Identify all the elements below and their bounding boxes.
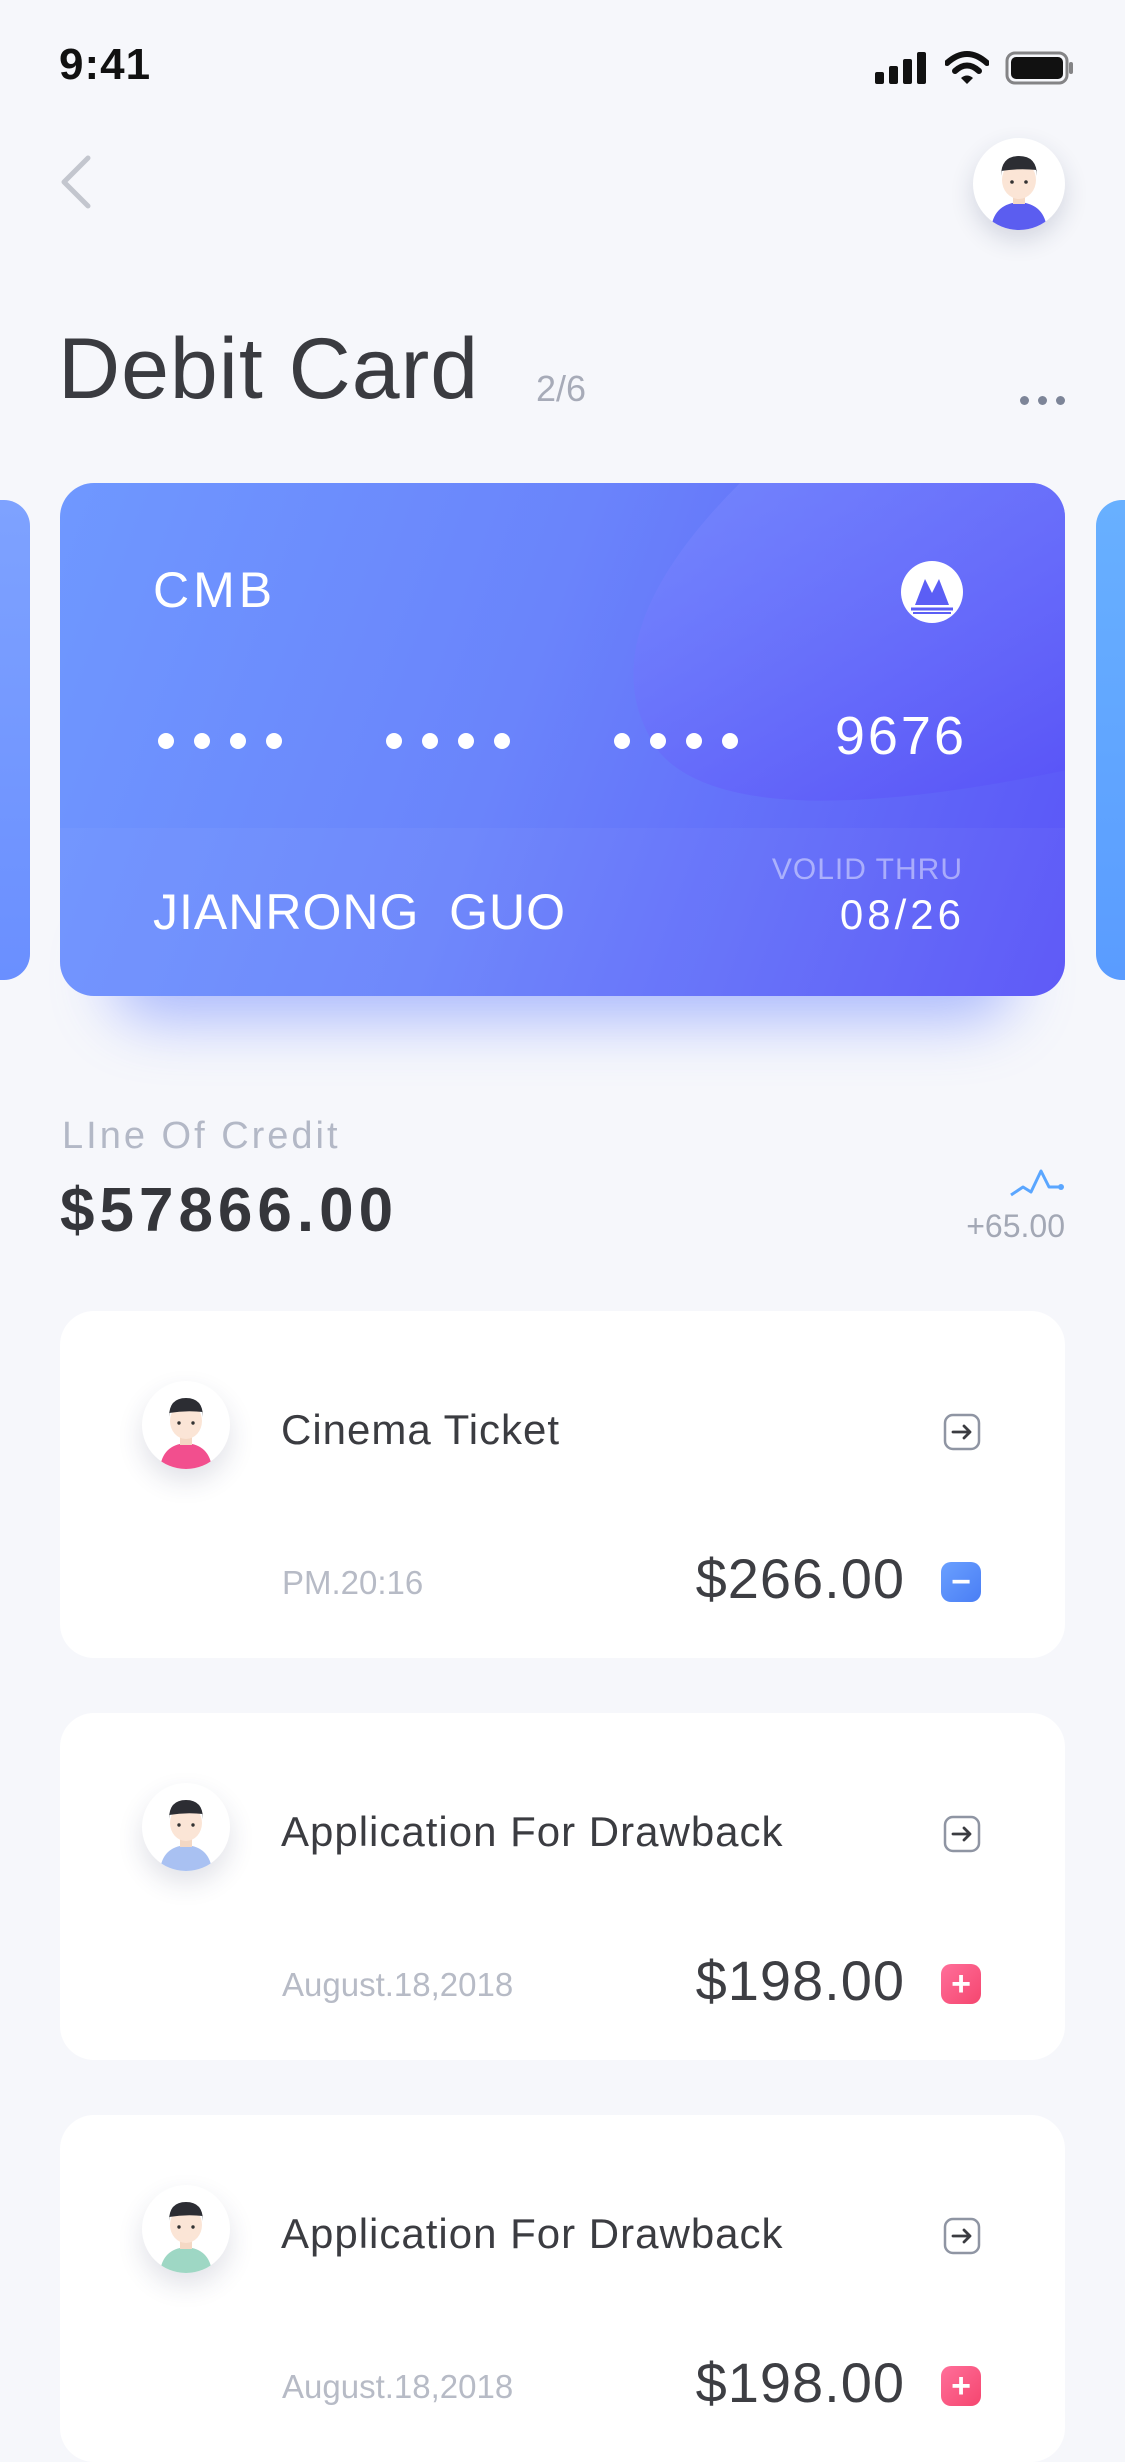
transaction-amount: $266.00 — [695, 1547, 905, 1610]
card-counter: 2/6 — [536, 368, 587, 409]
avatar-icon — [991, 156, 1047, 230]
card-valid-label: VOLID THRU — [771, 853, 963, 886]
transaction-item[interactable]: Application For Drawback August.18,2018 … — [60, 1713, 1065, 2060]
plus-badge-icon: + — [941, 2366, 981, 2406]
card-expiry: 08/26 — [839, 891, 965, 938]
status-time: 9:41 — [59, 40, 152, 89]
transaction-title: Application For Drawback — [281, 2210, 784, 2257]
avatar-icon — [160, 1800, 212, 1871]
masked-number-group-3 — [614, 733, 738, 749]
transaction-date: August.18,2018 — [282, 2368, 514, 2405]
transaction-title: Application For Drawback — [281, 1808, 784, 1855]
transaction-date: August.18,2018 — [282, 1966, 514, 2003]
arrow-right-icon[interactable] — [943, 1413, 981, 1451]
transaction-item[interactable]: Application For Drawback August.18,2018 … — [60, 2115, 1065, 2462]
minus-badge-icon: − — [941, 1562, 981, 1602]
transaction-amount: $198.00 — [695, 2351, 905, 2414]
transaction-date: PM.20:16 — [282, 1564, 424, 1601]
card-last-digits: 9676 — [834, 706, 967, 766]
card-holder-name: JIANRONG GUO — [153, 884, 567, 940]
wifi-icon — [945, 51, 989, 84]
credit-label: LIne Of Credit — [62, 1115, 341, 1157]
signal-icon — [875, 52, 926, 84]
next-card-peek[interactable] — [1096, 500, 1125, 980]
avatar — [142, 2185, 230, 2273]
battery-icon — [1005, 51, 1073, 85]
card-bank-name: CMB — [153, 562, 277, 618]
credit-change: +65.00 — [966, 1208, 1065, 1244]
transaction-amount: $198.00 — [695, 1949, 905, 2012]
avatar-icon — [160, 1398, 212, 1469]
debit-card[interactable]: CMB 9676 JIANRONG GUO VOLID THRU 08/26 — [60, 483, 1065, 996]
plus-badge-icon: + — [941, 1964, 981, 2004]
more-icon[interactable] — [1020, 396, 1065, 405]
arrow-right-icon[interactable] — [943, 1815, 981, 1853]
masked-number-group-1 — [158, 733, 282, 749]
arrow-right-icon[interactable] — [943, 2217, 981, 2255]
trend-icon — [1010, 1169, 1064, 1197]
status-icons — [875, 48, 1075, 88]
previous-card-peek[interactable] — [0, 500, 30, 980]
avatar — [142, 1381, 230, 1469]
bank-logo-icon — [901, 561, 963, 623]
profile-avatar[interactable] — [973, 138, 1065, 230]
back-chevron-icon[interactable] — [56, 150, 96, 214]
transaction-title: Cinema Ticket — [281, 1406, 561, 1453]
page-title: Debit Card — [58, 321, 480, 417]
credit-value: $57866.00 — [60, 1176, 399, 1245]
masked-number-group-2 — [386, 733, 510, 749]
avatar-icon — [160, 2202, 212, 2273]
avatar — [142, 1783, 230, 1871]
transaction-item[interactable]: Cinema Ticket PM.20:16 $266.00 − — [60, 1311, 1065, 1658]
